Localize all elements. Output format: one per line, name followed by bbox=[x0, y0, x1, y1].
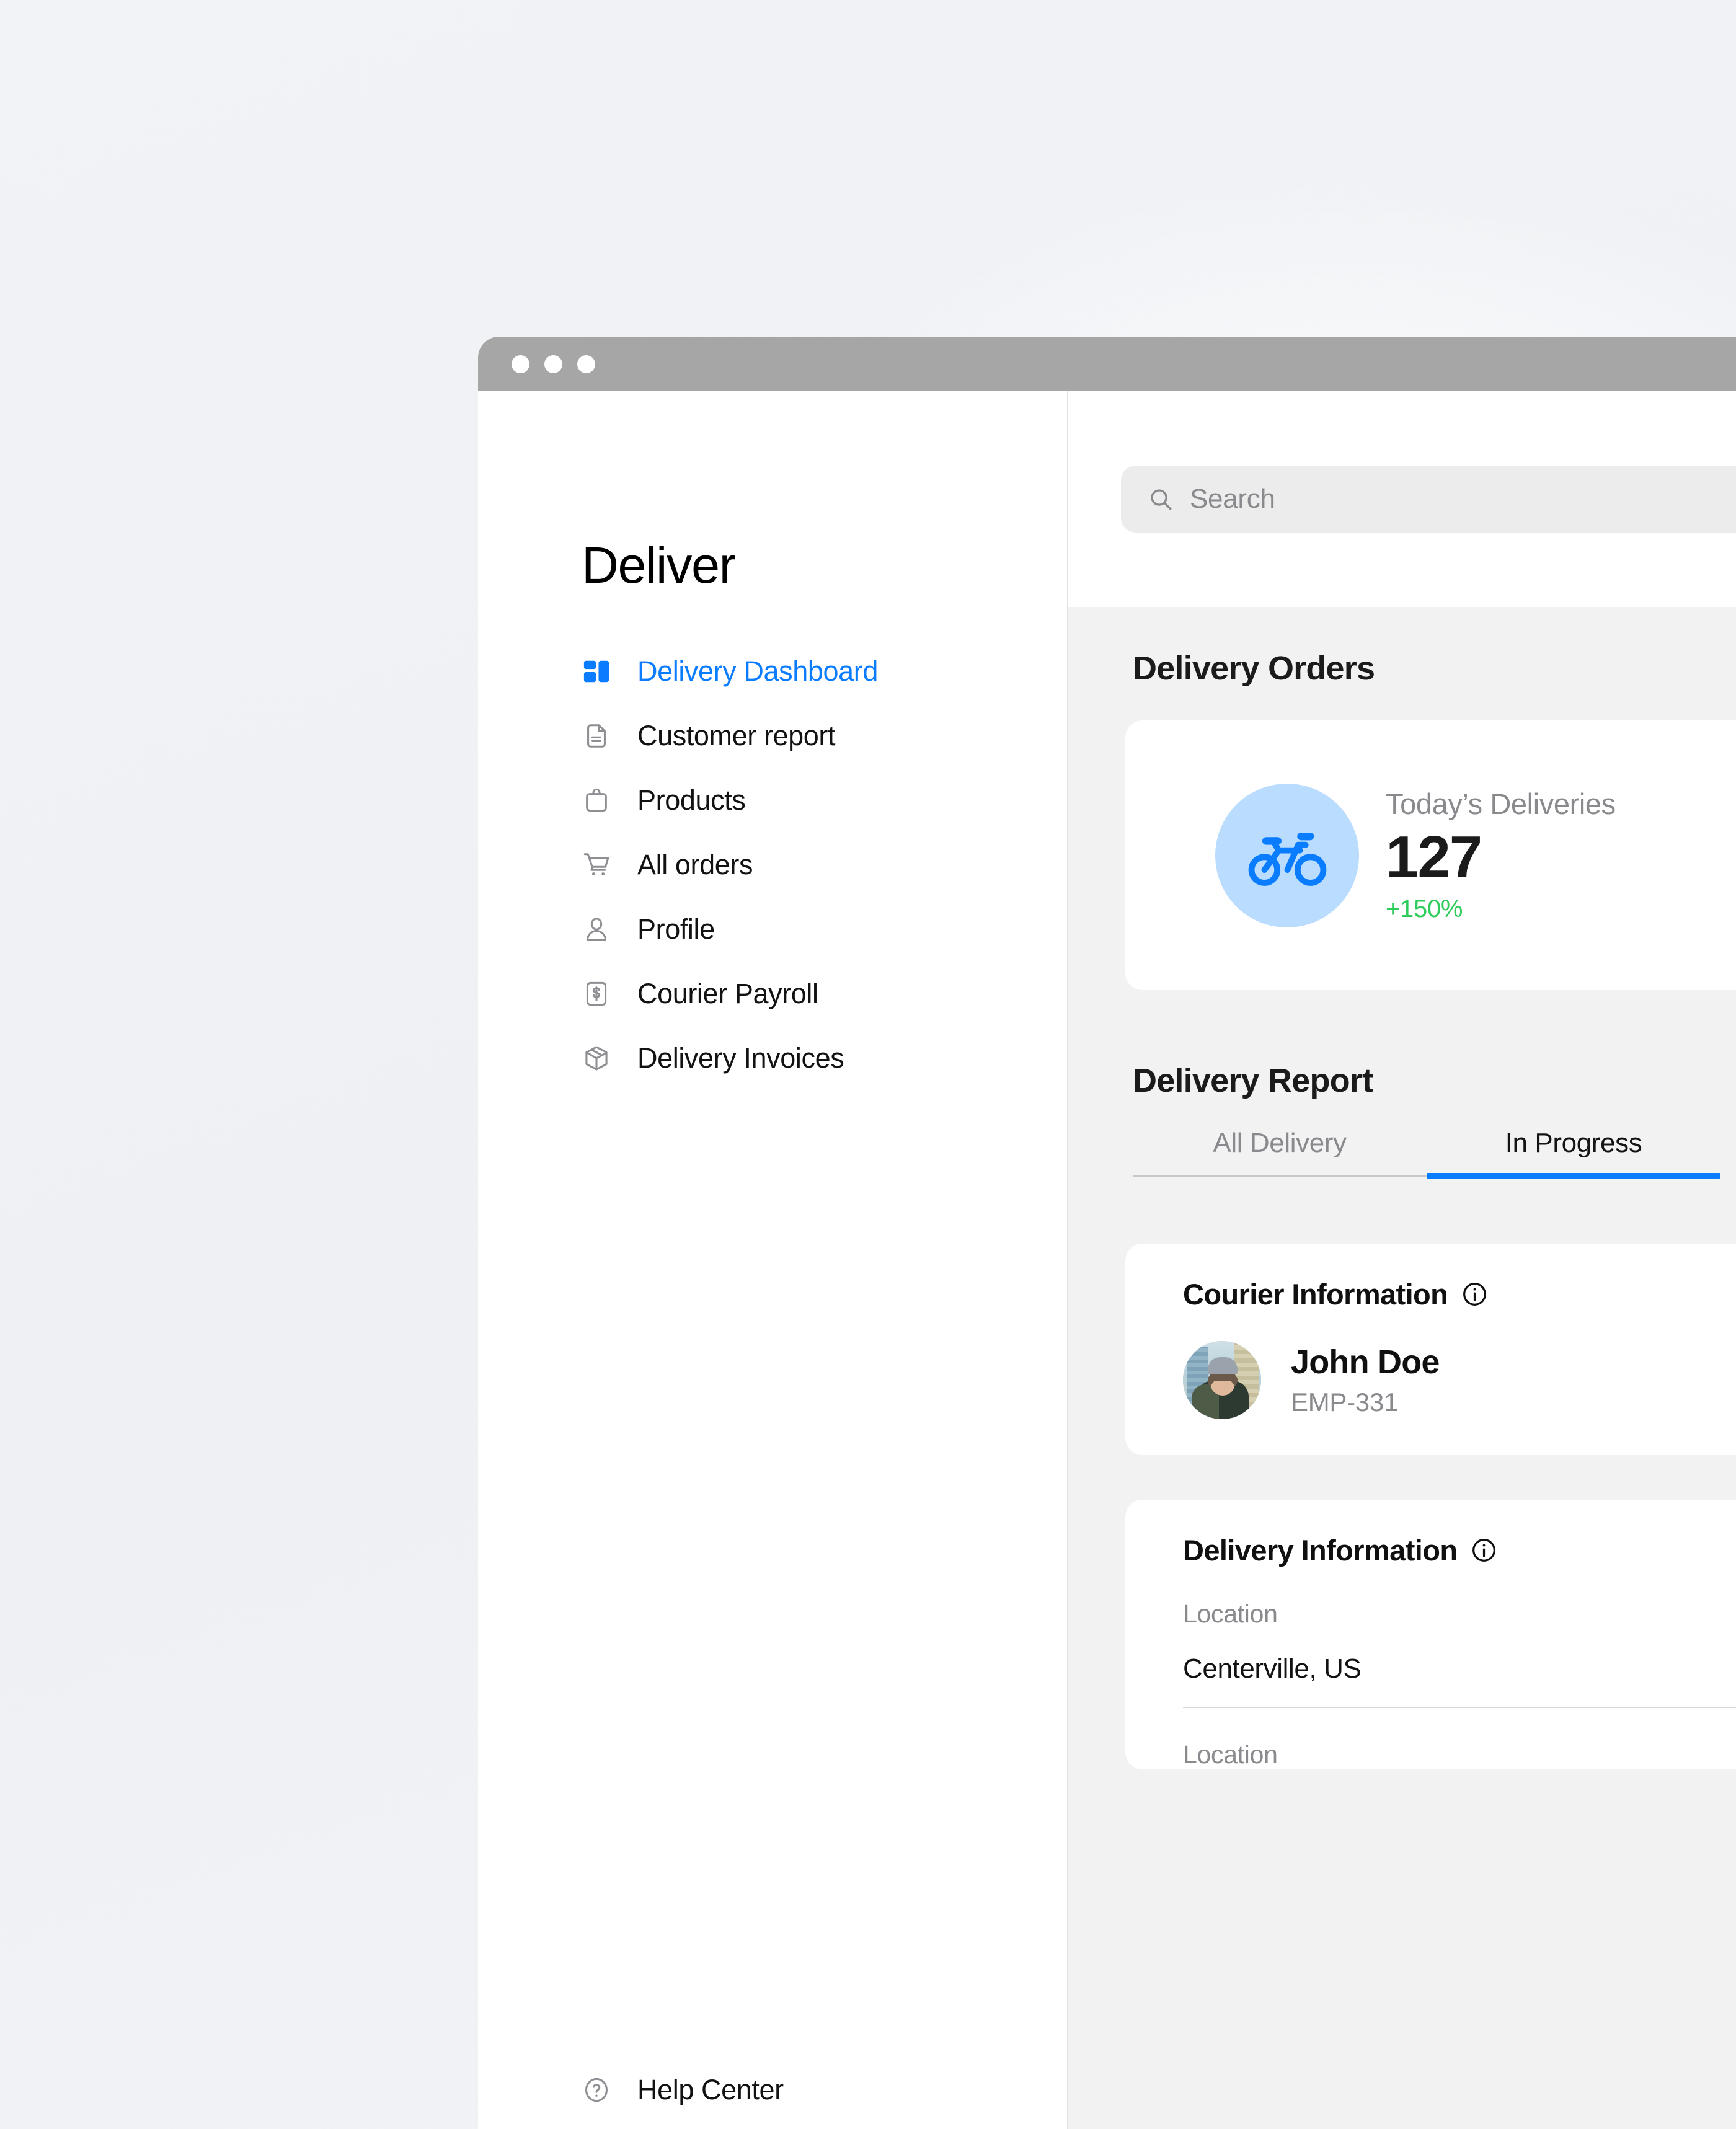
courier-information-card: Courier Information John Doe EMP-331 bbox=[1125, 1244, 1736, 1455]
content-scroll-area: Delivery Orders Today’s Deliveries 127 +… bbox=[1068, 607, 1736, 2129]
bicycle-icon bbox=[1215, 783, 1359, 927]
sidebar-item-label: Profile bbox=[637, 913, 715, 945]
sidebar-item-help-center[interactable]: Help Center bbox=[478, 2058, 1067, 2122]
top-bar: Search bbox=[1068, 391, 1736, 607]
main-content: Search Delivery Orders Today’s Deliverie… bbox=[1068, 391, 1736, 2129]
document-icon bbox=[579, 719, 614, 753]
bag-icon bbox=[579, 783, 614, 818]
delivery-field-location-1: Location Centerville, US bbox=[1183, 1600, 1736, 1708]
info-circle-icon[interactable] bbox=[1461, 1281, 1488, 1308]
user-icon bbox=[579, 912, 614, 947]
todays-deliveries-card[interactable]: Today’s Deliveries 127 +150% bbox=[1125, 720, 1736, 990]
tab-in-progress[interactable]: In Progress bbox=[1427, 1128, 1720, 1179]
sidebar-item-label: Customer report bbox=[637, 720, 836, 751]
courier-information-title: Courier Information bbox=[1183, 1278, 1448, 1311]
sidebar-item-label: Products bbox=[637, 784, 746, 816]
tab-all-delivery[interactable]: All Delivery bbox=[1133, 1128, 1427, 1175]
sidebar: Deliver Delivery Dashboard Customer repo… bbox=[478, 391, 1068, 2129]
sidebar-item-delivery-invoices[interactable]: Delivery Invoices bbox=[478, 1026, 1067, 1091]
stat-delta-badge: +150% bbox=[1386, 895, 1463, 923]
sidebar-item-all-orders[interactable]: All orders bbox=[478, 833, 1067, 897]
window-titlebar bbox=[478, 337, 1736, 391]
cart-icon bbox=[579, 848, 614, 882]
money-icon bbox=[579, 976, 614, 1011]
courier-information-header: Courier Information bbox=[1183, 1277, 1736, 1311]
sidebar-item-profile[interactable]: Profile bbox=[478, 897, 1067, 962]
delivery-report-tabs: All Delivery In Progress bbox=[1133, 1128, 1720, 1179]
sidebar-primary-nav: Delivery Dashboard Customer report Produ… bbox=[478, 639, 1067, 1091]
window-body: Deliver Delivery Dashboard Customer repo… bbox=[478, 391, 1736, 2129]
delivery-report-heading: Delivery Report bbox=[1133, 1062, 1373, 1099]
courier-row: John Doe EMP-331 bbox=[1183, 1341, 1736, 1419]
sidebar-item-label: Courier Payroll bbox=[637, 978, 818, 1009]
sidebar-item-customer-report[interactable]: Customer report bbox=[478, 704, 1067, 768]
field-value: Centerville, US bbox=[1183, 1653, 1362, 1684]
avatar bbox=[1183, 1341, 1261, 1419]
sidebar-footer-nav: Help Center Settings bbox=[478, 2058, 1067, 2129]
sidebar-item-courier-payroll[interactable]: Courier Payroll bbox=[478, 962, 1067, 1026]
minimize-button[interactable] bbox=[544, 355, 562, 373]
sidebar-item-label: Delivery Dashboard bbox=[637, 655, 878, 687]
question-circle-icon bbox=[579, 2073, 614, 2107]
dashboard-icon bbox=[579, 654, 614, 689]
sidebar-item-label: Help Center bbox=[637, 2074, 784, 2105]
search-placeholder: Search bbox=[1190, 484, 1275, 514]
courier-name: John Doe bbox=[1291, 1343, 1440, 1381]
brand-title: Deliver bbox=[582, 536, 736, 594]
delivery-information-header: Delivery Information bbox=[1183, 1533, 1736, 1567]
delivery-orders-heading: Delivery Orders bbox=[1133, 650, 1375, 687]
stat-label: Today’s Deliveries bbox=[1386, 787, 1616, 821]
field-divider bbox=[1183, 1707, 1736, 1708]
box-icon bbox=[579, 1041, 614, 1076]
courier-meta: John Doe EMP-331 bbox=[1291, 1343, 1440, 1417]
search-icon bbox=[1148, 486, 1174, 512]
maximize-button[interactable] bbox=[577, 355, 595, 373]
info-circle-icon[interactable] bbox=[1471, 1537, 1497, 1564]
sidebar-item-label: All orders bbox=[637, 849, 753, 880]
sidebar-item-label: Delivery Invoices bbox=[637, 1042, 844, 1074]
stat-text-block: Today’s Deliveries 127 +150% bbox=[1386, 787, 1616, 923]
sidebar-item-delivery-dashboard[interactable]: Delivery Dashboard bbox=[478, 639, 1067, 704]
sidebar-item-settings[interactable]: Settings bbox=[478, 2122, 1067, 2129]
app-window: Deliver Delivery Dashboard Customer repo… bbox=[478, 337, 1736, 2129]
close-button[interactable] bbox=[512, 355, 529, 373]
courier-employee-id: EMP-331 bbox=[1291, 1388, 1398, 1417]
delivery-information-card: Delivery Information Location Centervill… bbox=[1125, 1500, 1736, 1769]
field-label: Location bbox=[1183, 1740, 1278, 1769]
delivery-field-location-2: Location bbox=[1183, 1740, 1736, 1769]
sidebar-item-products[interactable]: Products bbox=[478, 768, 1067, 833]
stat-value: 127 bbox=[1386, 824, 1482, 891]
search-input[interactable]: Search bbox=[1121, 466, 1736, 533]
field-label: Location bbox=[1183, 1600, 1278, 1628]
delivery-information-title: Delivery Information bbox=[1183, 1534, 1458, 1567]
